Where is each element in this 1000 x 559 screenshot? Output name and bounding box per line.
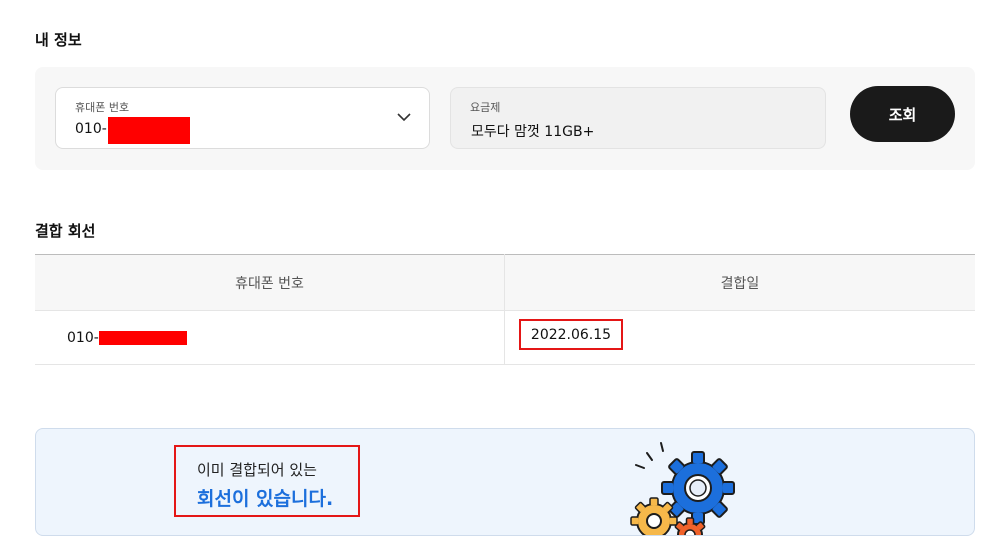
banner-line1: 이미 결합되어 있는 <box>197 461 317 479</box>
my-info-panel: 휴대폰 번호 010- 요금제 모두다 맘껏 11GB+ 조회 <box>35 67 975 170</box>
column-header-date: 결합일 <box>504 254 975 311</box>
plan-label: 요금제 <box>470 101 501 114</box>
banner-line2: 회선이 있습니다. <box>197 488 334 510</box>
redaction-mark <box>98 330 187 345</box>
already-combined-banner: 이미 결합되어 있는 회선이 있습니다. <box>35 428 975 536</box>
date-highlight-box: 2022.06.15 <box>519 319 623 350</box>
plan-field: 요금제 모두다 맘껏 11GB+ <box>450 87 826 149</box>
redaction-mark <box>108 117 190 144</box>
gears-illustration <box>630 442 735 535</box>
row-phone-value: 010- <box>67 329 99 346</box>
phone-cell: 010- <box>35 310 505 365</box>
phone-number-value: 010- <box>75 121 107 137</box>
banner-message-highlight: 이미 결합되어 있는 회선이 있습니다. <box>174 445 360 517</box>
table-header-row: 휴대폰 번호 결합일 <box>35 254 975 311</box>
combined-lines-title: 결합 회선 <box>35 222 96 240</box>
chevron-down-icon[interactable] <box>397 112 411 122</box>
column-header-phone: 휴대폰 번호 <box>35 254 505 311</box>
plan-value: 모두다 맘껏 11GB+ <box>471 124 595 140</box>
date-cell: 2022.06.15 <box>504 310 975 365</box>
my-info-title: 내 정보 <box>35 31 82 49</box>
phone-number-select[interactable]: 휴대폰 번호 010- <box>55 87 430 149</box>
table-row: 010- 2022.06.15 <box>35 310 975 365</box>
row-date-value: 2022.06.15 <box>530 326 612 343</box>
phone-number-label: 휴대폰 번호 <box>75 101 130 114</box>
search-button[interactable]: 조회 <box>850 86 955 142</box>
combined-lines-table: 휴대폰 번호 결합일 010- 2022.06.15 <box>35 254 975 365</box>
